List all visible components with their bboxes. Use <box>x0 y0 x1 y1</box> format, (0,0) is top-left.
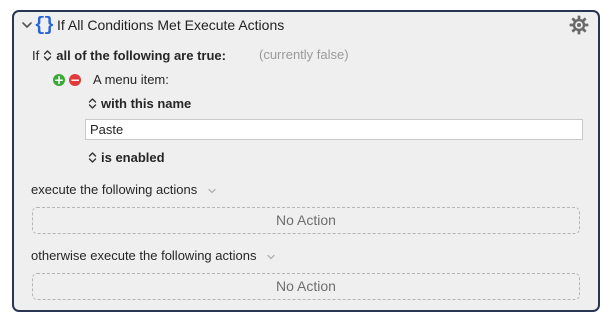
condition-type-label: A menu item: <box>93 72 169 87</box>
remove-condition-button[interactable]: − <box>69 74 81 86</box>
condition-header-row: If all of the following are true: <box>32 46 226 64</box>
then-actions-dropzone[interactable]: No Action <box>32 207 580 234</box>
updown-chevron-icon[interactable] <box>88 151 97 164</box>
state-popup[interactable]: is enabled <box>101 150 165 165</box>
chevron-down-icon[interactable] <box>266 252 276 262</box>
state-row: is enabled <box>88 150 165 165</box>
name-mode-row: with this name <box>88 96 191 111</box>
then-actions-label: execute the following actions <box>31 182 198 197</box>
disclosure-chevron-icon[interactable] <box>20 18 34 32</box>
else-actions-header: otherwise execute the following actions <box>31 248 276 263</box>
if-then-action-panel: {} If All Conditions Met Execute Actions… <box>12 10 600 312</box>
braces-icon: {} <box>34 14 55 36</box>
updown-chevron-icon[interactable] <box>88 97 97 110</box>
add-condition-button[interactable]: + <box>53 74 65 86</box>
chevron-down-icon[interactable] <box>207 186 217 196</box>
match-mode-popup[interactable]: all of the following are true: <box>56 48 226 63</box>
menu-item-name-field[interactable]: Paste <box>85 119 583 140</box>
then-actions-header: execute the following actions <box>31 182 217 197</box>
gear-icon[interactable] <box>569 15 589 35</box>
if-label: If <box>32 47 40 63</box>
name-mode-popup[interactable]: with this name <box>101 96 191 111</box>
else-actions-label: otherwise execute the following actions <box>31 248 257 263</box>
action-title[interactable]: If All Conditions Met Execute Actions <box>57 17 284 33</box>
condition-status: (currently false) <box>259 47 349 62</box>
else-actions-dropzone[interactable]: No Action <box>32 273 580 300</box>
action-header: {} If All Conditions Met Execute Actions <box>14 12 598 40</box>
updown-chevron-icon[interactable] <box>43 49 52 62</box>
